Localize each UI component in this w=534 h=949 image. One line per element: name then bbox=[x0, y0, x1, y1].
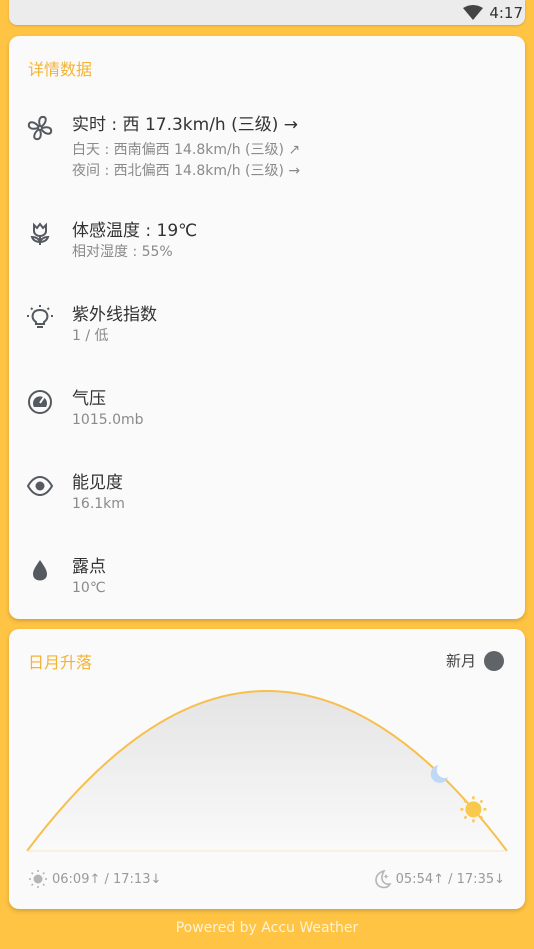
flower-icon bbox=[30, 222, 50, 245]
sun-times-text: 06:09↑ / 17:13↓ bbox=[52, 871, 162, 887]
uv-text: 紫外线指数 1 / 低 bbox=[72, 304, 157, 347]
pressure-value: 1015.0mb bbox=[72, 412, 144, 428]
visibility-text: 能见度 16.1km bbox=[72, 472, 125, 515]
moon-phase: 新月 bbox=[446, 650, 504, 671]
humidity-value: 相对湿度 : 55% bbox=[72, 244, 173, 260]
uv-label: 紫外线指数 bbox=[72, 305, 157, 325]
feels-like-value: 体感温度 : 19℃ bbox=[72, 221, 198, 241]
sun-icon bbox=[29, 870, 47, 888]
pressure-label: 气压 bbox=[72, 389, 106, 409]
sun-moon-title: 日月升落 bbox=[28, 653, 93, 672]
gauge-icon bbox=[28, 390, 52, 414]
visibility-label: 能见度 bbox=[72, 473, 123, 493]
status-bar: 4:17 bbox=[9, 0, 525, 25]
fan-icon bbox=[27, 115, 53, 141]
dew-point-label: 露点 bbox=[72, 557, 106, 577]
moon-phase-icon bbox=[484, 650, 504, 671]
moon-icon bbox=[374, 869, 392, 889]
wind-realtime: 实时 : 西 17.3km/h (三级) → bbox=[72, 115, 299, 135]
dew-point-value: 10℃ bbox=[72, 580, 106, 596]
details-card: 详情数据 实时 : 西 17.3km/h (三级) → 白天 : 西南偏西 14… bbox=[9, 36, 525, 619]
status-time: 4:17 bbox=[489, 4, 523, 22]
visibility-value: 16.1km bbox=[72, 496, 125, 512]
footer-credit: Powered by Accu Weather bbox=[175, 920, 359, 936]
moon-times: 05:54↑ / 17:35↓ bbox=[372, 869, 505, 889]
uv-value: 1 / 低 bbox=[72, 328, 109, 344]
dew-point-text: 露点 10℃ bbox=[72, 556, 106, 599]
wifi-icon bbox=[463, 5, 484, 20]
eye-icon bbox=[26, 475, 54, 497]
wind-text: 实时 : 西 17.3km/h (三级) → 白天 : 西南偏西 14.8km/… bbox=[72, 114, 300, 182]
feels-like-text: 体感温度 : 19℃ 相对湿度 : 55% bbox=[72, 220, 197, 263]
moon-phase-label: 新月 bbox=[445, 652, 476, 670]
drop-icon bbox=[33, 560, 47, 581]
moon-marker bbox=[430, 761, 453, 783]
sun-moon-card: 日月升落 新月 06:09↑ / 17:13↓ 05:54↑ / 17:35↓ bbox=[9, 629, 525, 909]
details-title: 详情数据 bbox=[28, 60, 93, 79]
sun-times: 06:09↑ / 17:13↓ bbox=[28, 869, 161, 889]
bulb-icon bbox=[27, 305, 53, 328]
pressure-text: 气压 1015.0mb bbox=[72, 388, 144, 431]
wind-day: 白天 : 西南偏西 14.8km/h (三级) ↗ bbox=[72, 142, 301, 158]
moon-times-text: 05:54↑ / 17:35↓ bbox=[395, 871, 505, 887]
status-right: 4:17 bbox=[463, 4, 523, 22]
wind-night: 夜间 : 西北偏西 14.8km/h (三级) → bbox=[72, 163, 301, 179]
